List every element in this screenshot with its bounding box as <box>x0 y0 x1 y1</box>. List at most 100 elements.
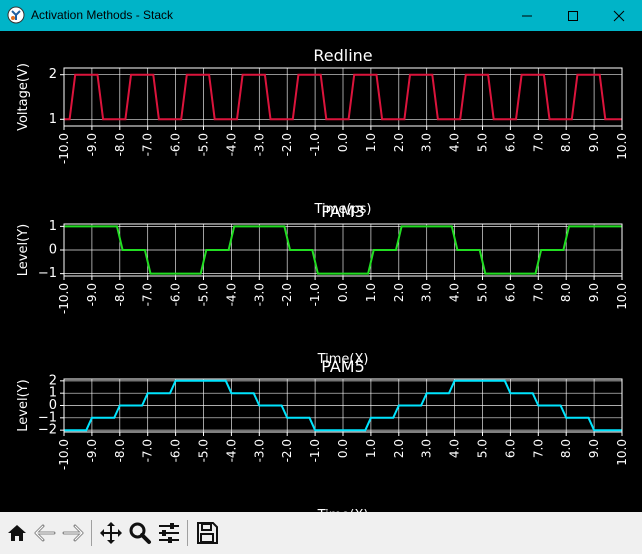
chart-3-x-tick-label: 7.0 <box>531 439 545 458</box>
chart-3-x-tick-label: -5.0 <box>197 439 211 462</box>
chart-1-x-tick-label: 6.0 <box>503 133 517 152</box>
sliders-icon <box>159 523 179 543</box>
chart-3-x-tick-label: 1.0 <box>364 439 378 458</box>
minimize-button[interactable] <box>504 0 550 31</box>
chart-1-y-tick-label: 2 <box>49 67 57 82</box>
chart-3-x-tick-label: 4.0 <box>448 439 462 458</box>
app-icon <box>7 6 25 24</box>
chart-2-x-tick-label: -4.0 <box>224 283 238 306</box>
window-title: Activation Methods - Stack <box>31 8 174 22</box>
move-icon <box>100 522 122 544</box>
chart-3-x-tick-label: 2.0 <box>392 439 406 458</box>
chart-1-x-tick-label: 3.0 <box>420 133 434 152</box>
chart-3-x-tick-label: 10.0 <box>615 439 629 466</box>
chart-3-y-tick-label: 2 <box>49 373 57 388</box>
configure-subplots-button[interactable] <box>155 518 183 548</box>
chart-3-x-tick-label: -1.0 <box>308 439 322 462</box>
maximize-button[interactable] <box>550 0 596 31</box>
chart-2-x-tick-label: -5.0 <box>197 283 211 306</box>
chart-1-x-tick-label: -9.0 <box>85 133 99 156</box>
chart-2-y-tick-label: 0 <box>49 243 57 258</box>
chart-2-x-tick-label: -7.0 <box>141 283 155 306</box>
forward-arrow-icon <box>62 524 84 542</box>
minimize-icon <box>522 15 532 16</box>
chart-1-y-tick-label: 1 <box>49 112 57 127</box>
chart-1-x-tick-label: -7.0 <box>141 133 155 156</box>
pan-button[interactable] <box>97 518 125 548</box>
back-arrow-icon <box>34 524 56 542</box>
close-icon <box>613 10 625 21</box>
chart-1-x-tick-label: -4.0 <box>224 133 238 156</box>
zoom-button[interactable] <box>126 518 154 548</box>
close-button[interactable] <box>596 0 642 31</box>
chart-1-x-tick-label: -10.0 <box>57 133 71 164</box>
chart-2-x-tick-label: 6.0 <box>503 283 517 302</box>
chart-2-y-axis-label: Level(Y) <box>16 224 31 276</box>
chart-1-x-tick-label: -8.0 <box>113 133 127 156</box>
chart-3-x-tick-label: 8.0 <box>559 439 573 458</box>
chart-3-x-tick-label: 5.0 <box>476 439 490 458</box>
chart-3-x-tick-label: 3.0 <box>420 439 434 458</box>
chart-3-x-tick-label: -9.0 <box>85 439 99 462</box>
chart-2-y-tick-label: −1 <box>38 266 57 281</box>
chart-1-title: Redline <box>313 46 372 65</box>
chart-1-x-tick-label: 5.0 <box>476 133 490 152</box>
chart-3-x-tick-label: -2.0 <box>280 439 294 462</box>
chart-2-x-tick-label: 0.0 <box>336 283 350 302</box>
back-button[interactable] <box>31 518 59 548</box>
chart-3-x-tick-label: 0.0 <box>336 439 350 458</box>
chart-3-x-tick-label: -8.0 <box>113 439 127 462</box>
chart-2-x-tick-label: 2.0 <box>392 283 406 302</box>
chart-2-x-tick-label: -2.0 <box>280 283 294 306</box>
chart-2-x-tick-label: -3.0 <box>252 283 266 306</box>
chart-1-x-tick-label: -5.0 <box>197 133 211 156</box>
navigation-toolbar <box>0 512 642 554</box>
chart-1-x-tick-label: -1.0 <box>308 133 322 156</box>
chart-3-x-tick-label: 6.0 <box>503 439 517 458</box>
maximize-icon <box>568 10 578 21</box>
toolbar-separator <box>91 520 92 546</box>
title-bar: Activation Methods - Stack <box>0 0 642 31</box>
figure-canvas[interactable]: -10.0 -9.0 -8.0 -7.0 -6.0 -5.0 -4.0 -3.0 -2.0 -1.… <box>0 31 642 523</box>
chart-2-y-tick-label: 1 <box>49 219 57 234</box>
chart-1-x-tick-label: -2.0 <box>280 133 294 156</box>
chart-3-x-tick-label: -3.0 <box>252 439 266 462</box>
home-button[interactable] <box>3 518 31 548</box>
forward-button[interactable] <box>59 518 87 548</box>
floppy-disk-icon <box>197 522 218 544</box>
chart-2-x-tick-label: 3.0 <box>420 283 434 302</box>
chart-1-x-tick-label: 1.0 <box>364 133 378 152</box>
chart-3-x-tick-label: -6.0 <box>169 439 183 462</box>
chart-3-x-tick-label: -4.0 <box>224 439 238 462</box>
chart-3-x-tick-label: -7.0 <box>141 439 155 462</box>
chart-1-y-axis-label: Voltage(V) <box>16 63 31 131</box>
chart-1-x-tick-label: 2.0 <box>392 133 406 152</box>
chart-1-x-tick-label: 8.0 <box>559 133 573 152</box>
chart-2-x-tick-label: -6.0 <box>169 283 183 306</box>
chart-3-x-tick-label: -10.0 <box>57 439 71 470</box>
chart-2-x-tick-label: 7.0 <box>531 283 545 302</box>
figure-svg: -10.0 -9.0 -8.0 -7.0 -6.0 -5.0 -4.0 -3.0 -2.0 -1.… <box>16 46 629 523</box>
chart-3-title: PAM5 <box>321 357 365 376</box>
chart-1-x-tick-label: 7.0 <box>531 133 545 152</box>
chart-1-x-tick-label: 10.0 <box>615 133 629 160</box>
toolbar-separator <box>187 520 188 546</box>
chart-2-x-tick-label: -8.0 <box>113 283 127 306</box>
chart-3-y-axis-label: Level(Y) <box>16 379 31 431</box>
chart-2-x-tick-label: -10.0 <box>57 283 71 314</box>
chart-2-x-tick-label: 5.0 <box>476 283 490 302</box>
chart-2-x-tick-label: 9.0 <box>587 283 601 302</box>
chart-1-x-tick-label: -3.0 <box>252 133 266 156</box>
chart-1-x-tick-label: 9.0 <box>587 133 601 152</box>
chart-2-x-tick-label: 10.0 <box>615 283 629 310</box>
magnifier-icon <box>129 522 151 544</box>
chart-2-title: PAM3 <box>321 202 365 221</box>
home-icon <box>8 525 26 541</box>
chart-1-x-tick-label: 4.0 <box>448 133 462 152</box>
chart-2-x-tick-label: 1.0 <box>364 283 378 302</box>
chart-2-x-tick-label: 4.0 <box>448 283 462 302</box>
save-button[interactable] <box>193 518 221 548</box>
chart-3-x-tick-label: 9.0 <box>587 439 601 458</box>
chart-2-x-tick-label: 8.0 <box>559 283 573 302</box>
chart-2-x-tick-label: -9.0 <box>85 283 99 306</box>
